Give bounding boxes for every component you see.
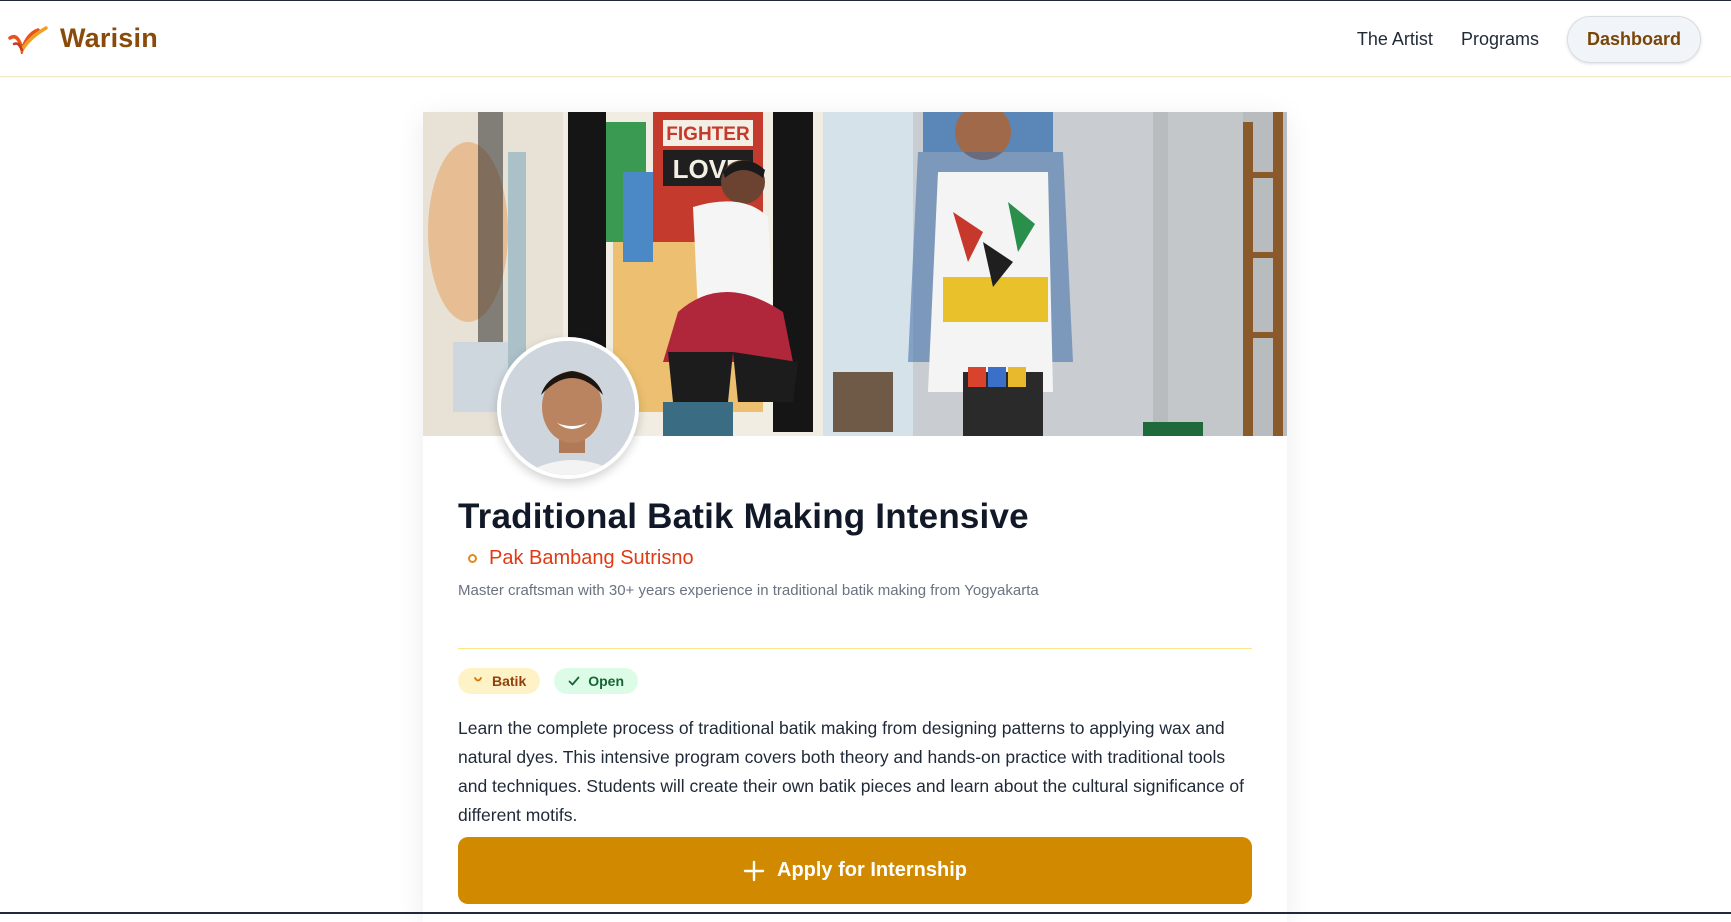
apply-button-label: Apply for Internship	[777, 859, 967, 881]
status-badge-label: Open	[588, 673, 625, 689]
artist-avatar	[497, 337, 639, 479]
brand-name: Warisin	[60, 23, 158, 53]
apply-internship-button[interactable]: Apply for Internship	[458, 837, 1252, 904]
category-badge-label: Batik	[492, 673, 527, 689]
section-divider	[458, 648, 1252, 649]
plus-icon	[743, 860, 765, 881]
check-icon	[568, 676, 580, 686]
program-description: Learn the complete process of traditiona…	[458, 718, 1245, 825]
site-header: Warisin The Artist Programs Dashboard	[0, 1, 1731, 77]
dashboard-button[interactable]: Dashboard	[1566, 16, 1701, 63]
artist-dot-icon	[468, 554, 477, 563]
brush-icon	[474, 677, 482, 682]
artist-bio: Master craftsman with 30+ years experien…	[458, 582, 1039, 599]
warisin-logo-icon	[8, 25, 48, 54]
artist-row: Pak Bambang Sutrisno	[468, 547, 694, 570]
category-badge: Batik	[458, 668, 541, 694]
program-title: Traditional Batik Making Intensive	[458, 497, 1029, 536]
artist-name-link[interactable]: Pak Bambang Sutrisno	[489, 547, 694, 570]
hero-sign-line1: FIGHTER	[666, 124, 750, 145]
nav-link-programs[interactable]: Programs	[1461, 29, 1539, 50]
status-badge: Open	[554, 668, 639, 694]
program-badges: Batik Open	[458, 668, 639, 694]
brand-logo[interactable]: Warisin	[8, 23, 158, 54]
program-card: FIGHTER LOVE Traditional Batik Making In…	[423, 112, 1287, 922]
main-nav: The Artist Programs Dashboard	[1357, 16, 1701, 63]
nav-link-the-artist[interactable]: The Artist	[1357, 29, 1433, 50]
